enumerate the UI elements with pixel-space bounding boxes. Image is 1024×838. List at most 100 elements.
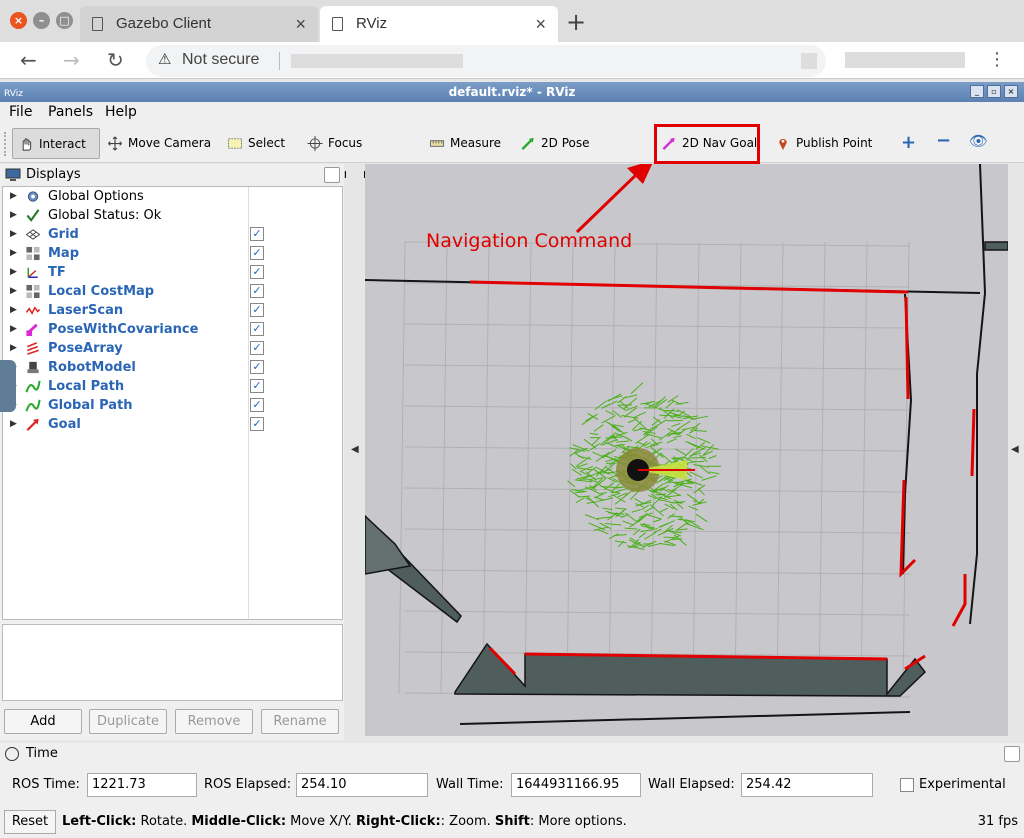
- reset-button[interactable]: Reset: [4, 810, 56, 834]
- display-enabled-checkbox[interactable]: ✓: [250, 265, 264, 279]
- display-enabled-checkbox[interactable]: ✓: [250, 341, 264, 355]
- display-row-tf[interactable]: ▶ TF ✓: [3, 263, 343, 282]
- maximize-window-button[interactable]: □: [56, 12, 73, 29]
- menu-panels[interactable]: Panels: [48, 104, 93, 120]
- restore-icon[interactable]: ▫: [987, 85, 1001, 98]
- particle-arrow: [643, 522, 650, 530]
- pose-cov-icon: [26, 323, 38, 337]
- display-enabled-checkbox[interactable]: ✓: [250, 360, 264, 374]
- particle-arrow: [708, 455, 717, 460]
- display-row-global-status-ok[interactable]: ▶ Global Status: Ok: [3, 206, 343, 225]
- particle-arrow: [646, 514, 662, 520]
- new-tab-button[interactable]: +: [566, 8, 586, 36]
- measure-tool-button[interactable]: Measure: [424, 128, 502, 159]
- remove-display-button[interactable]: Remove: [175, 709, 253, 734]
- display-row-posewithcovariance[interactable]: ▶ PoseWithCovariance ✓: [3, 320, 343, 339]
- grid-line: [734, 241, 742, 695]
- display-enabled-checkbox[interactable]: ✓: [250, 417, 264, 431]
- forward-icon[interactable]: →: [63, 48, 80, 72]
- display-row-laserscan[interactable]: ▶ LaserScan ✓: [3, 301, 343, 320]
- tab-close-button[interactable]: ×: [295, 6, 306, 42]
- particle-arrow: [621, 513, 629, 518]
- display-enabled-checkbox[interactable]: ✓: [250, 379, 264, 393]
- collapse-right-icon[interactable]: ◀: [1011, 444, 1019, 455]
- browser-menu-icon[interactable]: ⋮: [988, 49, 1006, 70]
- display-row-map[interactable]: ▶ Map ✓: [3, 244, 343, 263]
- particle-arrow: [616, 486, 626, 489]
- particle-arrow: [631, 509, 642, 513]
- display-row-goal[interactable]: ▶ Goal ✓: [3, 415, 343, 434]
- expand-arrow-icon[interactable]: ▶: [10, 206, 17, 225]
- display-row-robotmodel[interactable]: ▶RobotModel✓: [3, 358, 343, 377]
- side-dock-handle[interactable]: [0, 360, 16, 412]
- expand-arrow-icon[interactable]: ▶: [10, 320, 17, 339]
- display-row-local-costmap[interactable]: ▶ Local CostMap ✓: [3, 282, 343, 301]
- expand-arrow-icon[interactable]: ▶: [10, 244, 17, 263]
- move-camera-tool-button[interactable]: Move Camera: [102, 128, 214, 159]
- publish-point-tool-button[interactable]: Publish Point: [770, 128, 874, 159]
- display-row-local-path[interactable]: ▶Local Path✓: [3, 377, 343, 396]
- tab-rviz[interactable]: RViz ×: [320, 6, 558, 42]
- close-window-button[interactable]: ×: [10, 12, 27, 29]
- particle-arrow: [674, 448, 687, 456]
- tab-close-button[interactable]: ×: [535, 6, 546, 42]
- collapse-left-icon[interactable]: ◀: [351, 444, 359, 455]
- ros-elapsed-field[interactable]: 254.10: [296, 773, 428, 797]
- left-collapse-bar[interactable]: ◀: [346, 164, 364, 736]
- url-input[interactable]: ⚠ Not secure: [146, 45, 826, 77]
- ros-time-field[interactable]: 1221.73: [87, 773, 197, 797]
- display-enabled-checkbox[interactable]: ✓: [250, 284, 264, 298]
- time-undock-button[interactable]: [1004, 746, 1020, 762]
- expand-arrow-icon[interactable]: ▶: [10, 282, 17, 301]
- expand-arrow-icon[interactable]: ▶: [10, 263, 17, 282]
- tab-gazebo-client[interactable]: Gazebo Client ×: [80, 6, 318, 42]
- add-tool-icon[interactable]: +: [901, 132, 916, 153]
- undock-button[interactable]: [324, 167, 340, 183]
- display-enabled-checkbox[interactable]: ✓: [250, 303, 264, 317]
- display-row-global-options[interactable]: ▶ Global Options: [3, 187, 343, 206]
- bookmark-icon[interactable]: [801, 53, 817, 69]
- right-collapse-bar[interactable]: ◀: [1008, 164, 1024, 736]
- display-enabled-checkbox[interactable]: ✓: [250, 227, 264, 241]
- display-enabled-checkbox[interactable]: ✓: [250, 398, 264, 412]
- add-display-button[interactable]: Add: [4, 709, 82, 734]
- expand-arrow-icon[interactable]: ▶: [10, 187, 17, 206]
- views-eye-icon[interactable]: 👁: [969, 132, 988, 150]
- particle-arrow: [644, 531, 657, 540]
- wall-time-field[interactable]: 1644931166.95: [511, 773, 641, 797]
- focus-camera-tool-button[interactable]: Focus Camera: [302, 128, 412, 181]
- pose-estimate-tool-button[interactable]: 2D Pose Estimate: [515, 128, 643, 181]
- path-icon: [25, 380, 41, 393]
- menu-file[interactable]: File: [9, 104, 32, 120]
- display-row-grid[interactable]: ▶ Grid ✓: [3, 225, 343, 244]
- blurred-extensions: [845, 52, 965, 68]
- navigation-command-annotation: Navigation Command: [426, 230, 632, 252]
- map-pin-icon: [779, 138, 787, 151]
- expand-arrow-icon[interactable]: ▶: [10, 339, 17, 358]
- expand-arrow-icon[interactable]: ▶: [10, 415, 17, 434]
- select-tool-button[interactable]: Select: [222, 128, 290, 159]
- render-view[interactable]: Navigation Command: [365, 164, 1008, 736]
- expand-arrow-icon[interactable]: ▶: [10, 225, 17, 244]
- display-enabled-checkbox[interactable]: ✓: [250, 322, 264, 336]
- minimize-icon[interactable]: _: [970, 85, 984, 98]
- interact-tool-button[interactable]: Interact: [12, 128, 100, 159]
- display-row-posearray[interactable]: ▶ PoseArray ✓: [3, 339, 343, 358]
- select-box-icon: [227, 138, 243, 149]
- experimental-checkbox[interactable]: [900, 778, 914, 792]
- warning-icon: ⚠: [158, 50, 172, 68]
- minimize-window-button[interactable]: –: [33, 12, 50, 29]
- map-icon: [26, 284, 40, 299]
- particle-arrow: [663, 536, 677, 539]
- rename-display-button[interactable]: Rename: [261, 709, 339, 734]
- expand-arrow-icon[interactable]: ▶: [10, 301, 17, 320]
- menu-help[interactable]: Help: [105, 104, 137, 120]
- duplicate-display-button[interactable]: Duplicate: [89, 709, 167, 734]
- display-row-global-path[interactable]: ▶Global Path✓: [3, 396, 343, 415]
- close-icon[interactable]: ×: [1004, 85, 1018, 98]
- display-enabled-checkbox[interactable]: ✓: [250, 246, 264, 260]
- remove-tool-icon[interactable]: −: [936, 130, 951, 151]
- back-icon[interactable]: ←: [20, 48, 37, 72]
- reload-icon[interactable]: ↻: [107, 48, 124, 72]
- wall-elapsed-field[interactable]: 254.42: [741, 773, 873, 797]
